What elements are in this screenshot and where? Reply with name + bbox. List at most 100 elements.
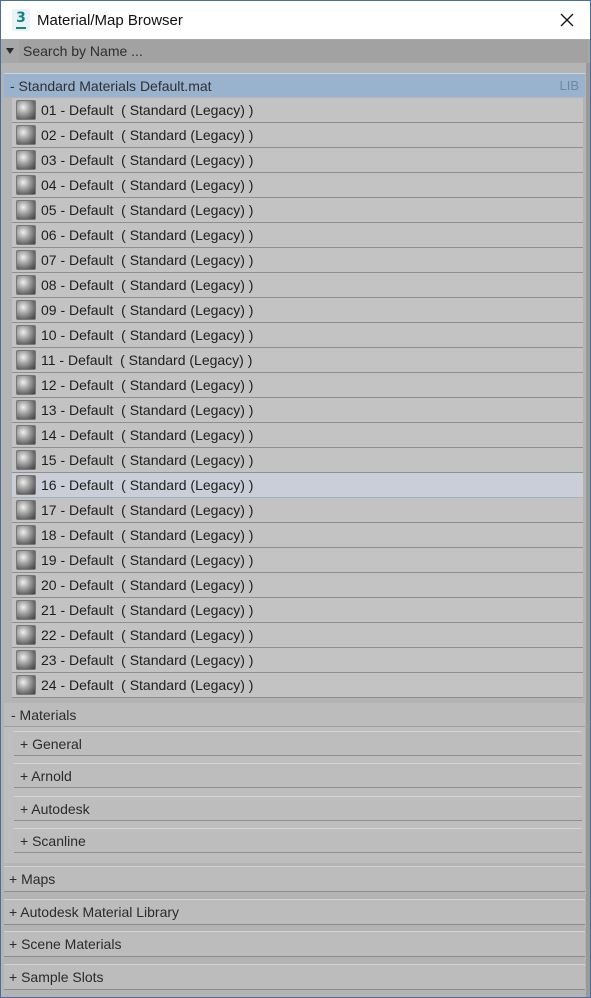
materials-group-header[interactable]: - Materials — [4, 703, 585, 727]
material-row[interactable]: 08 - Default ( Standard (Legacy) ) — [12, 273, 583, 298]
material-name: 12 - Default ( Standard (Legacy) ) — [41, 377, 254, 393]
subgroup-scanline[interactable]: + Scanline — [14, 828, 582, 853]
material-row[interactable]: 19 - Default ( Standard (Legacy) ) — [12, 548, 583, 573]
material-name: 22 - Default ( Standard (Legacy) ) — [41, 627, 254, 643]
material-name: 08 - Default ( Standard (Legacy) ) — [41, 277, 254, 293]
material-sphere-icon — [16, 575, 36, 595]
close-button[interactable] — [544, 1, 590, 39]
library-header-label: - Standard Materials Default.mat — [10, 77, 212, 94]
browser-content: - Standard Materials Default.mat LIB 01 … — [1, 63, 590, 997]
search-input[interactable] — [19, 40, 588, 62]
material-sphere-icon — [16, 400, 36, 420]
title-bar[interactable]: 3 Material/Map Browser — [1, 1, 590, 39]
material-sphere-icon — [16, 450, 36, 470]
rollout-scene-materials[interactable]: + Scene Materials — [4, 931, 585, 957]
subgroup-label: + Arnold — [20, 767, 72, 784]
material-row[interactable]: 02 - Default ( Standard (Legacy) ) — [12, 123, 583, 148]
scrollbar[interactable] — [586, 63, 590, 997]
material-row[interactable]: 23 - Default ( Standard (Legacy) ) — [12, 648, 583, 673]
material-row[interactable]: 20 - Default ( Standard (Legacy) ) — [12, 573, 583, 598]
material-row[interactable]: 17 - Default ( Standard (Legacy) ) — [12, 498, 583, 523]
material-sphere-icon — [16, 100, 36, 120]
material-map-browser-window: 3 Material/Map Browser - Standard Materi… — [0, 0, 591, 998]
search-options-dropdown[interactable] — [1, 39, 19, 63]
materials-group-label: - Materials — [11, 706, 77, 723]
material-name: 16 - Default ( Standard (Legacy) ) — [41, 477, 254, 493]
material-sphere-icon — [16, 675, 36, 695]
material-name: 24 - Default ( Standard (Legacy) ) — [41, 677, 254, 693]
window-title: Material/Map Browser — [37, 11, 183, 29]
rollout-maps[interactable]: + Maps — [4, 866, 585, 892]
3dsmax-app-icon: 3 — [12, 9, 30, 31]
material-sphere-icon — [16, 325, 36, 345]
material-row[interactable]: 18 - Default ( Standard (Legacy) ) — [12, 523, 583, 548]
rollout-autodesk-material-library[interactable]: + Autodesk Material Library — [4, 899, 585, 925]
material-sphere-icon — [16, 550, 36, 570]
close-icon — [560, 13, 574, 27]
material-name: 11 - Default ( Standard (Legacy) ) — [41, 352, 253, 368]
material-sphere-icon — [16, 525, 36, 545]
material-name: 20 - Default ( Standard (Legacy) ) — [41, 577, 254, 593]
material-row[interactable]: 03 - Default ( Standard (Legacy) ) — [12, 148, 583, 173]
material-name: 09 - Default ( Standard (Legacy) ) — [41, 302, 254, 318]
subgroup-label: + Scanline — [20, 832, 86, 849]
search-bar — [1, 39, 590, 63]
material-sphere-icon — [16, 300, 36, 320]
material-row[interactable]: 21 - Default ( Standard (Legacy) ) — [12, 598, 583, 623]
rollout-sample-slots[interactable]: + Sample Slots — [4, 964, 585, 990]
material-row[interactable]: 15 - Default ( Standard (Legacy) ) — [12, 448, 583, 473]
material-name: 06 - Default ( Standard (Legacy) ) — [41, 227, 254, 243]
rollout-label: + Scene Materials — [9, 936, 122, 952]
material-row[interactable]: 13 - Default ( Standard (Legacy) ) — [12, 398, 583, 423]
material-row[interactable]: 05 - Default ( Standard (Legacy) ) — [12, 198, 583, 223]
material-name: 04 - Default ( Standard (Legacy) ) — [41, 177, 254, 193]
material-name: 23 - Default ( Standard (Legacy) ) — [41, 652, 254, 668]
material-sphere-icon — [16, 175, 36, 195]
subgroup-label: + General — [20, 735, 82, 752]
subgroup-label: + Autodesk — [20, 800, 90, 817]
subgroup-arnold[interactable]: + Arnold — [14, 763, 582, 788]
material-name: 03 - Default ( Standard (Legacy) ) — [41, 152, 254, 168]
material-sphere-icon — [16, 500, 36, 520]
material-row[interactable]: 10 - Default ( Standard (Legacy) ) — [12, 323, 583, 348]
material-row[interactable]: 09 - Default ( Standard (Legacy) ) — [12, 298, 583, 323]
material-name: 21 - Default ( Standard (Legacy) ) — [41, 602, 254, 618]
material-sphere-icon — [16, 150, 36, 170]
material-name: 13 - Default ( Standard (Legacy) ) — [41, 402, 254, 418]
materials-group: - Materials + General + Arnold + Autodes… — [4, 703, 585, 863]
rollout-label: + Maps — [9, 871, 56, 887]
chevron-down-icon — [6, 48, 14, 54]
material-row[interactable]: 12 - Default ( Standard (Legacy) ) — [12, 373, 583, 398]
material-name: 14 - Default ( Standard (Legacy) ) — [41, 427, 254, 443]
material-sphere-icon — [16, 625, 36, 645]
material-name: 01 - Default ( Standard (Legacy) ) — [41, 102, 254, 118]
material-sphere-icon — [16, 125, 36, 145]
material-sphere-icon — [16, 650, 36, 670]
material-sphere-icon — [16, 475, 36, 495]
subgroup-general[interactable]: + General — [14, 731, 582, 756]
material-row[interactable]: 24 - Default ( Standard (Legacy) ) — [12, 673, 583, 698]
material-name: 02 - Default ( Standard (Legacy) ) — [41, 127, 254, 143]
material-name: 15 - Default ( Standard (Legacy) ) — [41, 452, 254, 468]
material-row[interactable]: 06 - Default ( Standard (Legacy) ) — [12, 223, 583, 248]
material-sphere-icon — [16, 425, 36, 445]
material-row[interactable]: 11 - Default ( Standard (Legacy) ) — [12, 348, 583, 373]
material-name: 17 - Default ( Standard (Legacy) ) — [41, 502, 254, 518]
material-sphere-icon — [16, 225, 36, 245]
material-sphere-icon — [16, 350, 36, 370]
material-row[interactable]: 01 - Default ( Standard (Legacy) ) — [12, 98, 583, 123]
material-sphere-icon — [16, 375, 36, 395]
material-row[interactable]: 16 - Default ( Standard (Legacy) ) — [12, 473, 583, 498]
material-row[interactable]: 22 - Default ( Standard (Legacy) ) — [12, 623, 583, 648]
material-name: 05 - Default ( Standard (Legacy) ) — [41, 202, 254, 218]
material-list: 01 - Default ( Standard (Legacy) ) 02 - D… — [12, 98, 583, 698]
material-row[interactable]: 07 - Default ( Standard (Legacy) ) — [12, 248, 583, 273]
material-name: 19 - Default ( Standard (Legacy) ) — [41, 552, 254, 568]
material-row[interactable]: 14 - Default ( Standard (Legacy) ) — [12, 423, 583, 448]
material-name: 07 - Default ( Standard (Legacy) ) — [41, 252, 254, 268]
lib-tag: LIB — [559, 78, 579, 93]
library-header-standard-materials[interactable]: - Standard Materials Default.mat LIB — [4, 73, 585, 97]
material-row[interactable]: 04 - Default ( Standard (Legacy) ) — [12, 173, 583, 198]
subgroup-autodesk[interactable]: + Autodesk — [14, 796, 582, 821]
material-sphere-icon — [16, 275, 36, 295]
